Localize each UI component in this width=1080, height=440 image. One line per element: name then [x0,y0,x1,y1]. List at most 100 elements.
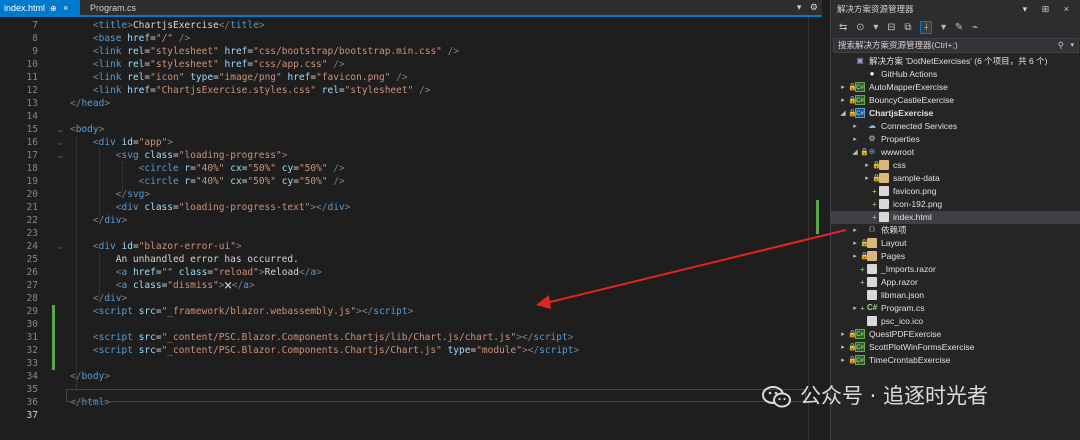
tree-item-chartjsexercise[interactable]: ◢ 🔒 C# ChartjsExercise [831,107,1080,120]
project-icon: C# [855,108,865,118]
tree-item-bouncycastleexercise[interactable]: ▸ 🔒 C# BouncyCastleExercise [831,94,1080,107]
tree-item-timecrontabexercise[interactable]: ▸ 🔒 C# TimeCrontabExercise [831,354,1080,367]
search-icon[interactable]: ⚲ [1058,39,1064,52]
tree-item-label: psc_ico.ico [881,316,924,326]
tree-item-app-razor[interactable]: + App.razor [831,276,1080,289]
close-icon[interactable]: × [63,0,68,17]
tree-item-libman-json[interactable]: libman.json [831,289,1080,302]
attribute-value: "module" [476,345,522,356]
tab-index-html[interactable]: index.html ⊕ × [0,0,80,17]
connected-services-icon: ☁ [868,121,876,130]
line-number: 13 [26,98,38,109]
panel-controls[interactable]: ▾ ⊞ × [1023,0,1075,18]
dropdown-icon[interactable]: ▾ [941,22,946,33]
tree-item-[interactable]: ▸ ⚇ 依赖项 [831,224,1080,237]
tree-item-dotnetexercises-6-6[interactable]: ▣ 解决方案 'DotNetExercises' (6 个项目，共 6 个) [831,55,1080,68]
expand-arrow-icon[interactable]: ▸ [839,354,847,367]
tree-item-properties[interactable]: ▸ ⚙ Properties [831,133,1080,146]
text-content: An unhandled error has occurred. [115,254,299,265]
search-options-dropdown-icon[interactable]: ▾ [1070,39,1074,52]
tree-item-connected-services[interactable]: ▸ ☁ Connected Services [831,120,1080,133]
expand-arrow-icon[interactable]: ▸ [851,237,859,250]
properties-icon[interactable]: ✎ [955,22,963,33]
code-line: <title>ChartjsExercise</title> [93,19,265,32]
self-close: /> [327,163,345,174]
code-line: <script src="_content/PSC.Blazor.Compone… [93,331,574,344]
expand-arrow-icon[interactable]: ▸ [851,120,859,133]
search-input[interactable]: 搜索解决方案资源管理器(Ctrl+;) ⚲ ▾ [833,38,1079,53]
tag-name: link [98,72,122,83]
tree-item-favicon-png[interactable]: + favicon.png [831,185,1080,198]
show-all-files-icon[interactable]: ⧉ [904,22,911,33]
attribute-name: type [447,345,471,356]
image-file-icon [879,186,889,196]
collapse-all-icon[interactable]: ⊟ [887,22,895,33]
line-number: 23 [26,228,38,239]
scrollbar-change-marker [816,200,819,234]
sync-icon[interactable]: ⇆ [839,22,847,33]
expand-arrow-icon[interactable]: ▸ [863,159,871,172]
tree-item-wwwroot[interactable]: ◢ 🔒 ⊕ wwwroot [831,146,1080,159]
tree-item-layout[interactable]: ▸ 🔒 Layout [831,237,1080,250]
vertical-scrollbar[interactable] [808,17,822,440]
expand-arrow-icon[interactable]: ▸ [839,81,847,94]
tab-list-dropdown-icon[interactable]: ▾ [797,2,802,12]
solution-explorer-title-bar: 解决方案资源管理器 ▾ ⊞ × [831,0,1080,18]
tree-item-psc-ico-ico[interactable]: psc_ico.ico [831,315,1080,328]
expand-arrow-icon[interactable]: ▸ [839,328,847,341]
line-number: 14 [26,111,38,122]
text-content: Reload [264,267,299,278]
expand-arrow-icon[interactable]: ▸ [851,250,859,263]
fold-chevron-icon[interactable]: ⌵ [58,123,63,136]
tree-item-program-cs[interactable]: ▸ + C# Program.cs [831,302,1080,315]
dropdown-icon[interactable]: ▾ [873,22,878,33]
gear-icon[interactable]: ⚙ [810,2,818,12]
tree-item-index-html[interactable]: + index.html [831,211,1080,224]
tree-item-questpdfexercise[interactable]: ▸ 🔒 C# QuestPDFExercise [831,328,1080,341]
tree-item-label: wwwroot [881,147,915,157]
tree-item-scottplotwinformsexercise[interactable]: ▸ 🔒 C# ScottPlotWinFormsExercise [831,341,1080,354]
tree-item-label: Layout [881,238,907,248]
expand-arrow-icon[interactable]: ▸ [863,172,871,185]
attribute-value: "ChartjsExercise.styles.css" [155,85,317,96]
tree-item-icon-192-png[interactable]: + icon-192.png [831,198,1080,211]
tree-item-label: 依赖项 [881,225,907,235]
preview-icon[interactable]: ⌁ [972,22,978,33]
change-indicator-bar [52,305,55,370]
expand-arrow-icon[interactable]: ▸ [851,133,859,146]
attribute-name: class [178,267,208,278]
self-close: /> [390,72,408,83]
tree-item-sample-data[interactable]: ▸ 🔒 sample-data [831,172,1080,185]
collapse-arrow-icon[interactable]: ◢ [851,146,859,159]
expand-arrow-icon[interactable]: ▸ [851,224,859,237]
tab-program-cs[interactable]: Program.cs [86,0,166,17]
filter-icon[interactable]: ⍭ [920,21,933,34]
self-close: /> [413,85,431,96]
line-number: 31 [26,332,38,343]
tree-item-css[interactable]: ▸ 🔒 css [831,159,1080,172]
line-number: 18 [26,163,38,174]
fold-chevron-icon[interactable]: ⌵ [58,136,63,149]
fold-chevron-icon[interactable]: ⌵ [58,149,63,162]
tree-item-github-actions[interactable]: ● GitHub Actions [831,68,1080,81]
expand-arrow-icon[interactable]: ▸ [839,341,847,354]
attribute-value: "40%" [195,176,225,187]
added-status-icon: + [860,304,865,313]
history-icon[interactable]: ⊙ [856,22,864,33]
added-status-icon: + [860,278,865,287]
tree-item-pages[interactable]: ▸ 🔒 Pages [831,250,1080,263]
fold-chevron-icon[interactable]: ⌵ [58,240,63,253]
tree-item-automapperexercise[interactable]: ▸ 🔒 C# AutoMapperExercise [831,81,1080,94]
tree-item-label: Connected Services [881,121,958,131]
line-number: 26 [26,267,38,278]
folder-icon [867,238,877,248]
code-editor[interactable]: index.html ⊕ × Program.cs ▾ ⚙ 7 8 9 10 11 12 1… [0,0,822,440]
collapse-arrow-icon[interactable]: ◢ [839,107,847,120]
pin-icon[interactable]: ⊕ [50,0,57,17]
expand-arrow-icon[interactable]: ▸ [839,94,847,107]
self-close: /> [327,59,345,70]
angle-bracket: > [248,280,255,291]
tree-item-label: sample-data [893,173,940,183]
tree-item-imports-razor[interactable]: + _Imports.razor [831,263,1080,276]
expand-arrow-icon[interactable]: ▸ [851,302,859,315]
